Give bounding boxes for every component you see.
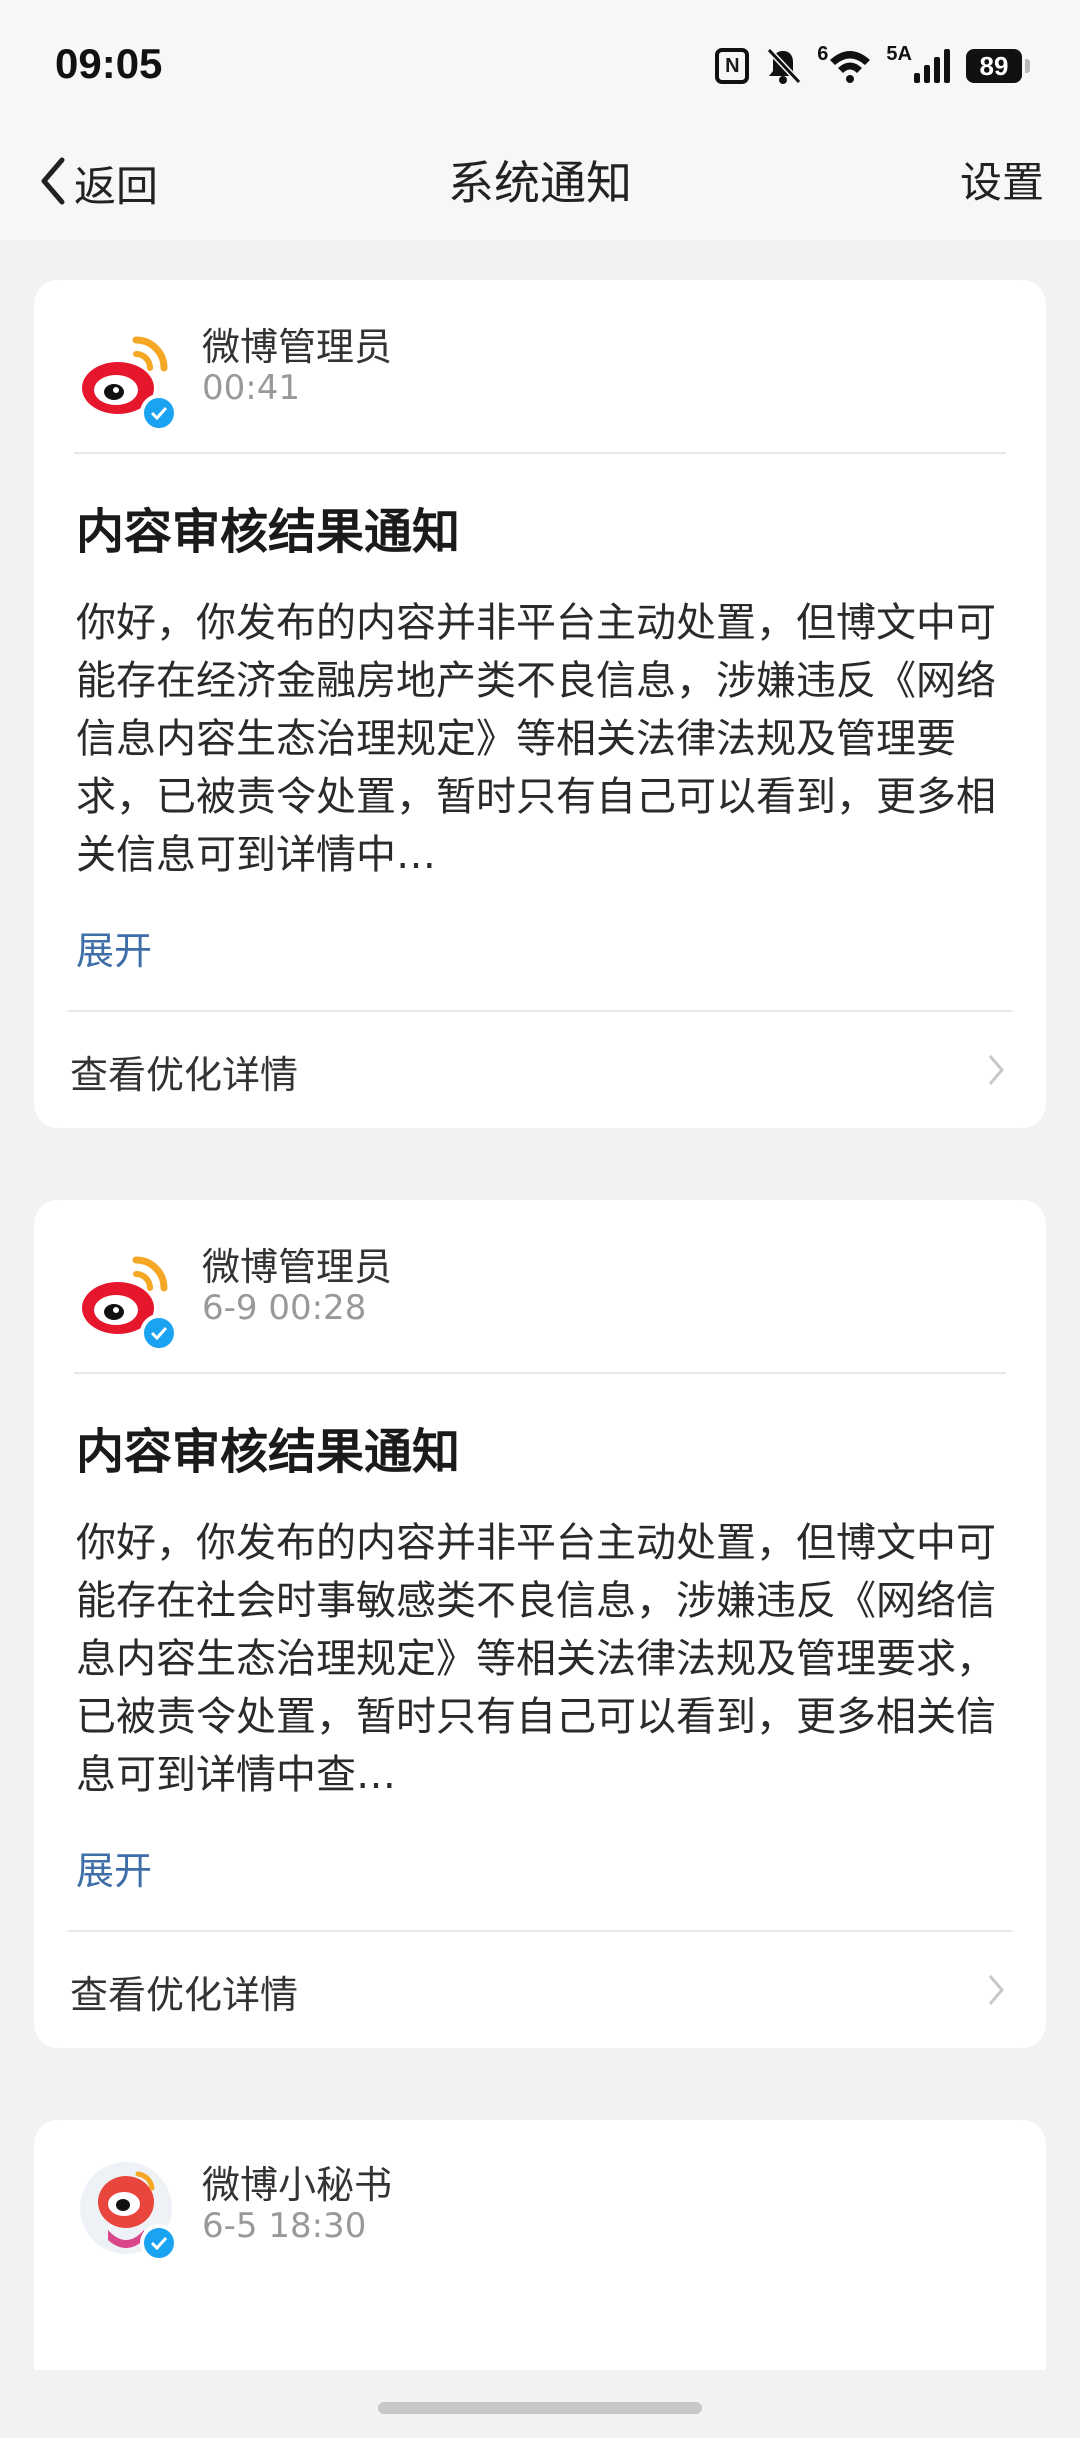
status-time: 09:05 [55, 40, 163, 87]
notice-body: 你好，你发布的内容并非平台主动处置，但博文中可能存在社会时事敏感类不良信息，涉嫌… [76, 1520, 996, 1798]
home-indicator[interactable] [378, 2402, 702, 2414]
verified-icon [140, 2224, 178, 2262]
wifi-label: 6 [817, 42, 829, 65]
battery-level: 89 [966, 49, 1022, 83]
divider [74, 452, 1006, 454]
notification-card[interactable]: 微博管理员 00:41 内容审核结果通知 你好，你发布的内容并非平台主动处置，但… [34, 280, 1046, 1128]
view-details-label: 查看优化详情 [70, 1053, 299, 1097]
battery-tip [1025, 59, 1030, 73]
notice-body: 你好，你发布的内容并非平台主动处置，但博文中可能存在经济金融房地产类不良信息，涉… [76, 600, 996, 878]
view-details-label: 查看优化详情 [70, 1973, 299, 2017]
chevron-right-icon [986, 1052, 1006, 1092]
divider [74, 1372, 1006, 1374]
status-bar: 09:05 N 6 5A 89 [0, 0, 1080, 130]
network-label: 5A [886, 42, 912, 65]
chevron-right-icon [986, 1972, 1006, 2012]
page-title: 系统通知 [448, 156, 632, 210]
expand-link[interactable]: 展开 [76, 1840, 152, 1895]
sender-name: 微博管理员 [202, 325, 393, 369]
back-button[interactable]: 返回 [38, 148, 158, 218]
sender-name: 微博小秘书 [202, 2163, 393, 2207]
view-details-row[interactable]: 查看优化详情 [34, 1932, 1046, 2048]
settings-button[interactable]: 设置 [960, 148, 1044, 218]
verified-icon [140, 1314, 178, 1352]
chevron-left-icon [38, 156, 68, 210]
nfc-icon: N [715, 48, 750, 84]
back-label: 返回 [74, 161, 159, 211]
wifi-icon [828, 48, 872, 84]
nav-bar: 系统通知 返回 设置 [0, 130, 1080, 240]
avatar[interactable] [78, 330, 178, 432]
sender-name: 微博管理员 [202, 1245, 393, 1289]
sender-time: 00:41 [202, 368, 300, 408]
notification-card[interactable]: 微博管理员 6-9 00:28 内容审核结果通知 你好，你发布的内容并非平台主动… [34, 1200, 1046, 2048]
sender-time: 6-9 00:28 [202, 1288, 367, 1328]
notice-title: 内容审核结果通知 [76, 1424, 461, 1480]
view-details-row[interactable]: 查看优化详情 [34, 1012, 1046, 1128]
notice-title: 内容审核结果通知 [76, 504, 461, 560]
signal-icon [912, 47, 952, 85]
sender-time: 6-5 18:30 [202, 2206, 367, 2246]
battery-icon: 89 [966, 49, 1030, 83]
avatar[interactable] [78, 1250, 178, 1352]
status-icons: N 6 5A 89 [715, 42, 1030, 90]
verified-icon [140, 394, 178, 432]
avatar[interactable] [78, 2160, 178, 2262]
expand-link[interactable]: 展开 [76, 920, 152, 975]
bell-muted-icon [763, 46, 803, 86]
